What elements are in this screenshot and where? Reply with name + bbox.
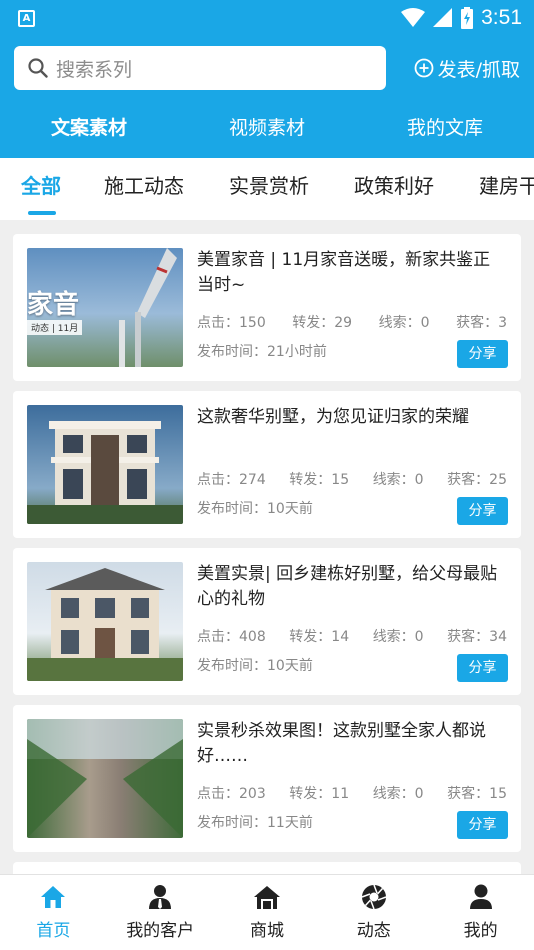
shop-icon — [253, 886, 280, 909]
stat-customers: 获客：3 — [456, 315, 507, 331]
status-icons: 3:51 — [401, 6, 522, 30]
nav-profile[interactable]: 我的 — [427, 875, 534, 950]
main-tabs: 文案素材 视频素材 我的文库 — [0, 100, 534, 156]
stat-clicks: 点击：408 — [197, 629, 266, 645]
stat-clicks: 点击：274 — [197, 472, 266, 488]
aperture-icon — [361, 884, 387, 910]
active-tab-indicator — [28, 211, 56, 215]
stat-shares: 转发：14 — [289, 629, 350, 645]
stat-leads: 线索：0 — [372, 472, 424, 488]
category-tab-all[interactable]: 全部 — [21, 158, 61, 214]
article-stats: 点击：274 转发：15 线索：0 获客：25 — [197, 469, 507, 489]
customer-icon — [149, 885, 172, 909]
home-icon — [41, 886, 66, 908]
stat-shares: 转发：11 — [289, 786, 350, 802]
stat-leads: 线索：0 — [372, 629, 424, 645]
article-title[interactable]: 这款奢华别墅，为您见证归家的荣耀 — [197, 405, 507, 430]
tab-copy-materials[interactable]: 文案素材 — [0, 100, 178, 156]
article-card[interactable]: 家音 动态 | 11月 美置家音 | 11月家音送暖，新家共鉴正当时~ 点击：1… — [13, 234, 521, 381]
article-thumbnail: 家音 动态 | 11月 — [27, 248, 183, 367]
article-card[interactable]: 实景秒杀效果图！这款别墅全家人都说好…… 点击：203 转发：11 线索：0 获… — [13, 705, 521, 852]
nav-moments[interactable]: 动态 — [320, 875, 427, 950]
stat-shares: 转发：29 — [292, 315, 353, 331]
search-input[interactable]: 搜索系列 — [14, 46, 386, 90]
share-button[interactable]: 分享 — [457, 654, 508, 682]
thumbnail-caption: 动态 | 11月 — [27, 320, 83, 335]
category-tab-construction[interactable]: 施工动态 — [104, 158, 184, 214]
villa-illustration — [27, 568, 183, 681]
article-title[interactable]: 美置家音 | 11月家音送暖，新家共鉴正当时~ — [197, 248, 507, 298]
article-stats: 点击：150 转发：29 线索：0 获客：3 — [197, 312, 507, 332]
article-thumbnail — [27, 562, 183, 681]
wifi-icon — [401, 8, 426, 27]
tab-video-materials[interactable]: 视频素材 — [178, 100, 356, 156]
post-fetch-label: 发表/抓取 — [437, 58, 520, 81]
battery-icon — [461, 7, 474, 29]
app-notification-icon: A — [18, 10, 35, 27]
signal-icon — [433, 8, 453, 27]
stat-clicks: 点击：203 — [197, 786, 266, 802]
nav-my-customers[interactable]: 我的客户 — [107, 875, 214, 950]
article-title[interactable]: 实景秒杀效果图！这款别墅全家人都说好…… — [197, 719, 507, 769]
post-fetch-button[interactable]: 发表/抓取 — [414, 55, 520, 82]
app-header: A 3:51 搜索系列 发表/抓取 文案素材 视频素材 我的文库 — [0, 0, 534, 158]
nav-shop-label: 商城 — [249, 921, 284, 941]
search-row: 搜索系列 发表/抓取 — [14, 46, 520, 90]
bottom-nav: 首页 我的客户 商城 动态 我的 — [0, 874, 534, 950]
stat-leads: 线索：0 — [372, 786, 424, 802]
stat-clicks: 点击：150 — [197, 315, 266, 331]
article-title[interactable]: 美置实景| 回乡建栋好别墅，给父母最贴心的礼物 — [197, 562, 507, 612]
blurred-image — [27, 719, 183, 838]
publish-time: 发布时间：10天前 — [197, 501, 313, 517]
share-button[interactable]: 分享 — [457, 811, 508, 839]
nav-home-label: 首页 — [36, 921, 71, 941]
nav-my-customers-label: 我的客户 — [126, 921, 195, 941]
publish-time: 发布时间：10天前 — [197, 658, 313, 674]
nav-home[interactable]: 首页 — [0, 875, 107, 950]
publish-time: 发布时间：21小时前 — [197, 344, 327, 360]
publish-time: 发布时间：11天前 — [197, 815, 313, 831]
villa-illustration — [27, 421, 183, 524]
article-thumbnail — [27, 405, 183, 524]
article-card[interactable]: 美置实景| 回乡建栋好别墅，给父母最贴心的礼物 点击：408 转发：14 线索：… — [13, 548, 521, 695]
stat-customers: 获客：34 — [447, 629, 507, 645]
share-button[interactable]: 分享 — [457, 497, 508, 525]
share-button[interactable]: 分享 — [457, 340, 508, 368]
stat-shares: 转发：15 — [289, 472, 350, 488]
nav-profile-label: 我的 — [463, 921, 498, 941]
article-card[interactable]: 这款奢华别墅，为您见证归家的荣耀 点击：274 转发：15 线索：0 获客：25… — [13, 391, 521, 538]
nav-moments-label: 动态 — [356, 921, 391, 941]
stat-customers: 获客：25 — [447, 472, 507, 488]
profile-icon — [469, 884, 492, 909]
nav-shop[interactable]: 商城 — [214, 875, 321, 950]
stat-customers: 获客：15 — [447, 786, 507, 802]
thumbnail-title: 家音 — [27, 290, 80, 320]
article-stats: 点击：203 转发：11 线索：0 获客：15 — [197, 783, 507, 803]
article-list: 家音 动态 | 11月 美置家音 | 11月家音送暖，新家共鉴正当时~ 点击：1… — [13, 234, 521, 892]
article-stats: 点击：408 转发：14 线索：0 获客：34 — [197, 626, 507, 646]
clock: 3:51 — [481, 6, 522, 29]
search-placeholder: 搜索系列 — [56, 58, 133, 81]
category-tabs: 全部 施工动态 实景赏析 政策利好 建房干 — [0, 158, 534, 220]
tab-my-library[interactable]: 我的文库 — [356, 100, 534, 156]
category-tab-policy[interactable]: 政策利好 — [354, 158, 434, 214]
status-bar: A 3:51 — [0, 0, 534, 38]
category-tab-building[interactable]: 建房干 — [479, 158, 534, 214]
search-icon — [28, 58, 48, 78]
category-tab-showcase[interactable]: 实景赏析 — [229, 158, 309, 214]
stat-leads: 线索：0 — [378, 315, 430, 331]
add-circle-icon — [414, 58, 433, 78]
article-thumbnail — [27, 719, 183, 838]
